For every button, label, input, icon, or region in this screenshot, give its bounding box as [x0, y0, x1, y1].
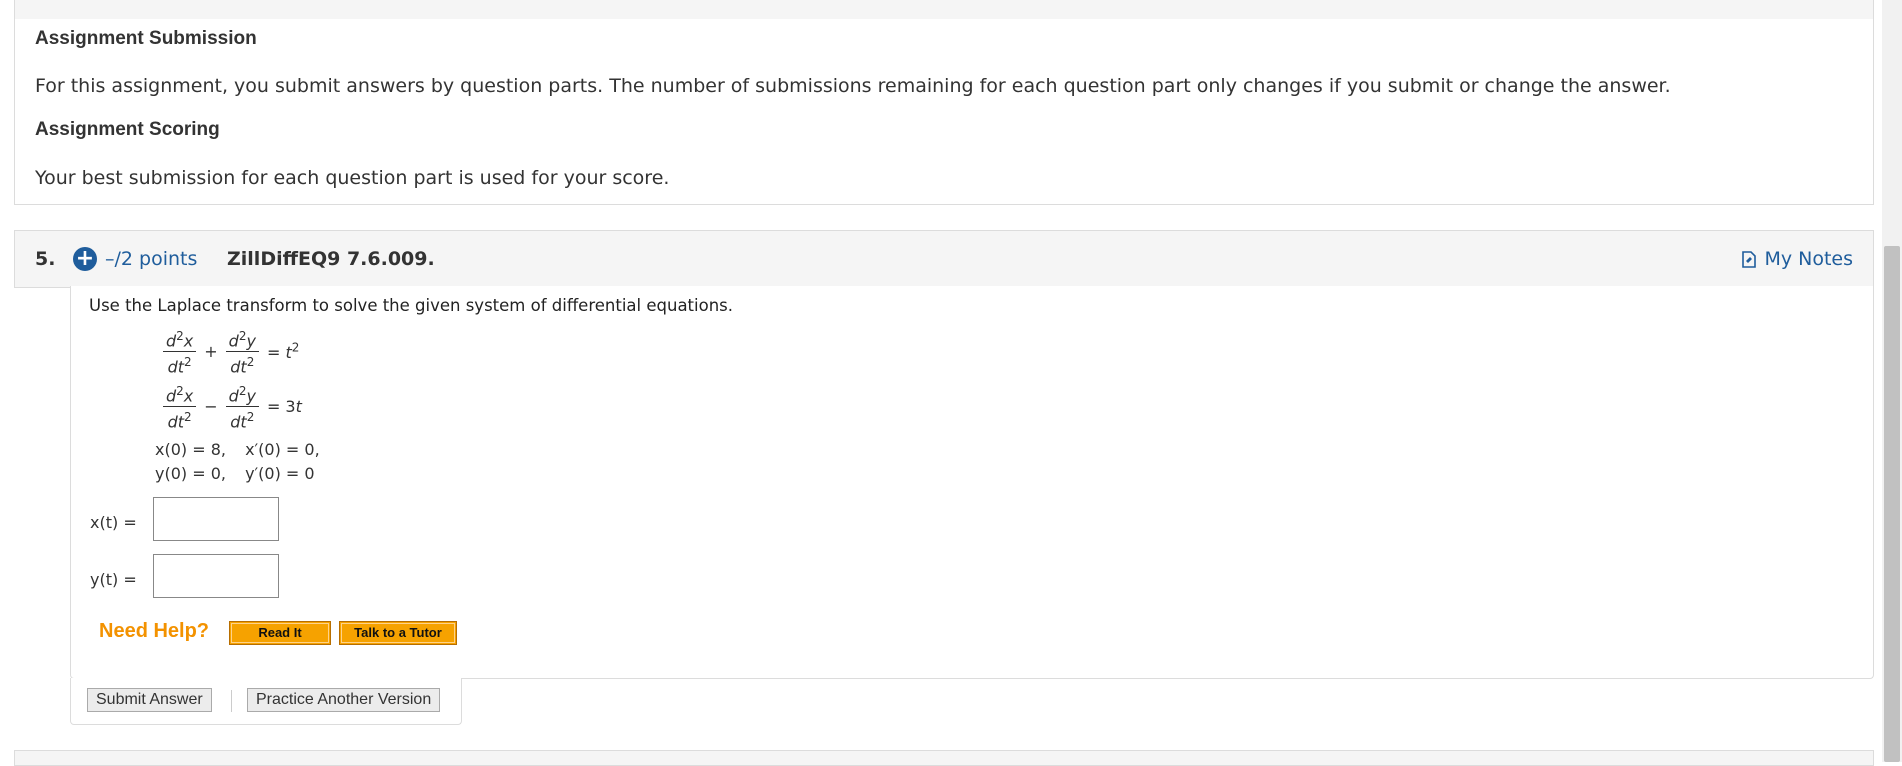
- need-help-label: Need Help?: [99, 620, 210, 642]
- my-notes-label: My Notes: [1764, 248, 1853, 270]
- my-notes-link[interactable]: My Notes: [1742, 248, 1853, 270]
- notes-icon: [1742, 250, 1757, 268]
- x-answer-input[interactable]: [153, 497, 279, 541]
- ic-y0: y(0) = 0,: [155, 464, 226, 483]
- initial-conditions-row-2: y(0) = 0, y′(0) = 0: [155, 464, 315, 483]
- y-answer-input[interactable]: [153, 554, 279, 598]
- question-points-link[interactable]: –/2 points: [105, 248, 197, 270]
- submission-text: For this assignment, you submit answers …: [35, 75, 1671, 97]
- assignment-info-panel: Assignment Submission For this assignmen…: [14, 19, 1874, 205]
- question-header: 5. + –/2 points ZillDiffEQ9 7.6.009. My …: [14, 230, 1874, 288]
- question-number: 5.: [35, 248, 56, 270]
- expand-plus-icon[interactable]: +: [73, 247, 97, 271]
- scoring-text: Your best submission for each question p…: [35, 167, 670, 189]
- scrollbar-thumb[interactable]: [1884, 246, 1900, 762]
- y-answer-label: y(t) =: [90, 570, 137, 589]
- read-it-button[interactable]: Read It: [229, 621, 331, 645]
- x-answer-label: x(t) =: [90, 513, 137, 532]
- submit-answer-button[interactable]: Submit Answer: [87, 688, 212, 712]
- question-prompt: Use the Laplace transform to solve the g…: [89, 296, 733, 315]
- question-code: ZillDiffEQ9 7.6.009.: [227, 248, 435, 270]
- next-question-strip: [14, 750, 1874, 766]
- submission-heading: Assignment Submission: [35, 28, 257, 49]
- submission-actions: Submit Answer Practice Another Version: [70, 678, 462, 725]
- actions-divider: [231, 690, 232, 712]
- initial-conditions-row-1: x(0) = 8, x′(0) = 0,: [155, 440, 320, 459]
- talk-to-tutor-button[interactable]: Talk to a Tutor: [339, 621, 457, 645]
- page-scrollbar[interactable]: [1882, 0, 1902, 762]
- scoring-heading: Assignment Scoring: [35, 119, 220, 140]
- practice-another-version-button[interactable]: Practice Another Version: [247, 688, 441, 712]
- ic-yp0: y′(0) = 0: [245, 464, 315, 483]
- ic-xp0: x′(0) = 0,: [245, 440, 320, 459]
- question-body: Use the Laplace transform to solve the g…: [70, 286, 1874, 679]
- previous-section-strip: [14, 0, 1874, 20]
- equation-2: d2x dt2− d2y dt2 = 3t: [159, 381, 306, 433]
- equation-1: d2x dt2 + d2y dt2 = t2: [159, 326, 303, 378]
- ic-x0: x(0) = 8,: [155, 440, 226, 459]
